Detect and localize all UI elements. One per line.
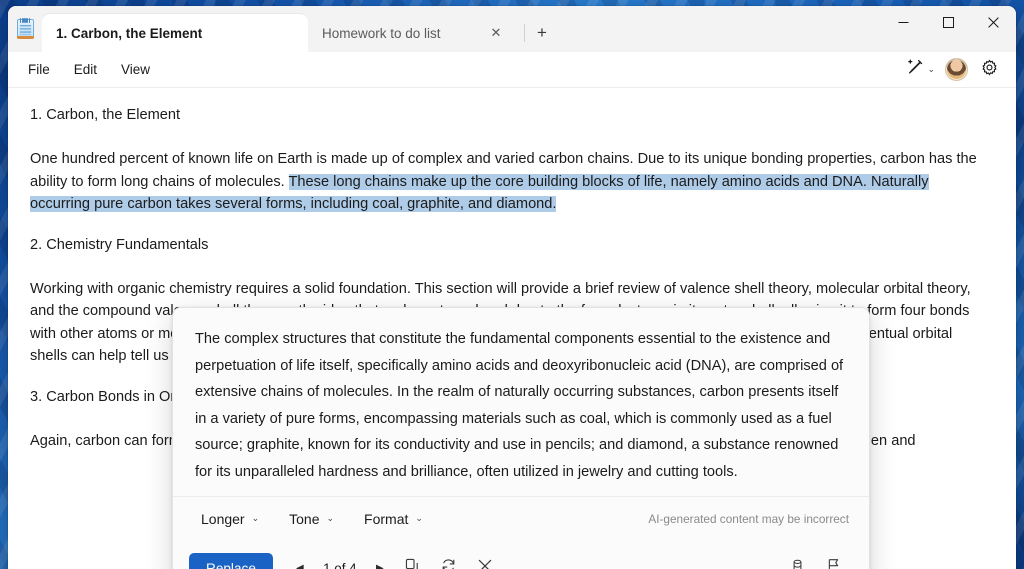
doc-paragraph-1: One hundred percent of known life on Ear… — [30, 148, 992, 215]
menu-item-view[interactable]: View — [109, 57, 162, 82]
option-tone[interactable]: Tone ⌄ — [281, 507, 342, 531]
doc-heading-1: 1. Carbon, the Element — [30, 104, 992, 126]
option-format[interactable]: Format ⌄ — [356, 507, 431, 531]
option-format-label: Format — [364, 511, 408, 527]
menu-item-file[interactable]: File — [16, 57, 62, 82]
flag-icon — [825, 557, 842, 569]
menu-bar: File Edit View ⌄ — [8, 52, 1016, 88]
avatar — [945, 58, 968, 81]
close-popup-button[interactable] — [469, 553, 501, 569]
account-avatar-button[interactable] — [941, 55, 972, 85]
maximize-button[interactable] — [926, 6, 971, 38]
chevron-down-icon: ⌄ — [252, 513, 260, 524]
desktop-background: 1. Carbon, the Element Homework to do li… — [0, 0, 1024, 569]
option-longer-label: Longer — [201, 511, 245, 527]
ai-rewrite-options-bar: Longer ⌄ Tone ⌄ Format ⌄ AI-generated co… — [173, 496, 869, 543]
tab-label: 1. Carbon, the Element — [56, 26, 202, 41]
notepad-icon — [8, 6, 42, 52]
history-button[interactable] — [781, 553, 813, 569]
tab-strip: 1. Carbon, the Element Homework to do li… — [42, 6, 881, 52]
stack-icon — [789, 557, 806, 569]
ai-rewrite-button[interactable]: ⌄ — [902, 55, 939, 85]
document-area[interactable]: 1. Carbon, the Element One hundred perce… — [8, 88, 1016, 569]
ai-rewrite-popup: The complex structures that constitute t… — [172, 307, 870, 569]
notepad-window: 1. Carbon, the Element Homework to do li… — [8, 6, 1016, 569]
gear-icon — [981, 59, 998, 81]
chevron-down-icon: ⌄ — [927, 64, 935, 75]
tab-carbon-the-element[interactable]: 1. Carbon, the Element — [42, 14, 308, 52]
copy-button[interactable] — [397, 553, 429, 569]
sparkle-pen-icon — [906, 58, 924, 81]
settings-button[interactable] — [974, 55, 1004, 85]
menu-bar-right-tools: ⌄ — [902, 55, 1008, 85]
option-longer[interactable]: Longer ⌄ — [193, 507, 267, 531]
minimize-button[interactable] — [881, 6, 926, 38]
next-suggestion-button[interactable]: ▶ — [367, 555, 393, 569]
close-button[interactable] — [971, 6, 1016, 38]
tab-label: Homework to do list — [322, 26, 441, 41]
new-tab-button[interactable]: + — [527, 18, 557, 48]
tab-divider — [524, 24, 525, 42]
tab-close-icon[interactable]: ✕ — [484, 21, 508, 45]
chevron-down-icon: ⌄ — [415, 513, 423, 524]
close-icon — [477, 558, 493, 569]
previous-suggestion-button[interactable]: ◀ — [287, 555, 313, 569]
suggestion-counter: 1 of 4 — [317, 561, 363, 569]
window-caption-buttons — [881, 6, 1016, 52]
regenerate-button[interactable] — [433, 553, 465, 569]
doc-heading-2: 2. Chemistry Fundamentals — [30, 234, 992, 256]
replace-button[interactable]: Replace — [189, 553, 273, 569]
ai-rewrite-action-bar: Replace ◀ 1 of 4 ▶ — [173, 543, 869, 569]
feedback-button[interactable] — [817, 553, 849, 569]
refresh-icon — [440, 557, 457, 569]
copy-icon — [404, 557, 421, 569]
chevron-down-icon: ⌄ — [327, 513, 335, 524]
ai-rewrite-text[interactable]: The complex structures that constitute t… — [173, 308, 869, 496]
tab-homework-to-do-list[interactable]: Homework to do list ✕ — [308, 14, 522, 52]
ai-disclaimer: AI-generated content may be incorrect — [648, 512, 849, 526]
title-bar: 1. Carbon, the Element Homework to do li… — [8, 6, 1016, 52]
option-tone-label: Tone — [289, 511, 319, 527]
menu-item-edit[interactable]: Edit — [62, 57, 109, 82]
